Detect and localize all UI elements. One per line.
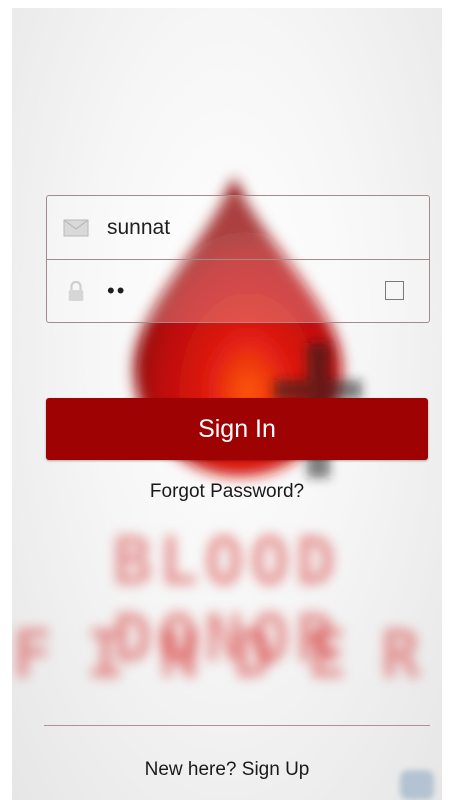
forgot-password-link[interactable]: Forgot Password? — [12, 481, 442, 503]
login-screen: BLOOD DONOR FINDER Sign In Forgot Passwo… — [12, 8, 442, 800]
sign-up-link[interactable]: New here? Sign Up — [12, 759, 442, 781]
divider — [44, 725, 430, 726]
password-input[interactable] — [107, 272, 377, 310]
mail-icon — [63, 219, 89, 237]
background-logo-line2: FINDER — [12, 616, 442, 693]
username-input[interactable] — [107, 209, 377, 247]
corner-overlay — [400, 770, 434, 800]
sign-in-button[interactable]: Sign In — [46, 398, 428, 460]
lock-icon — [68, 281, 84, 301]
login-form — [46, 195, 430, 323]
username-field — [47, 196, 429, 260]
password-field — [47, 259, 429, 322]
show-password-checkbox[interactable] — [385, 281, 404, 300]
